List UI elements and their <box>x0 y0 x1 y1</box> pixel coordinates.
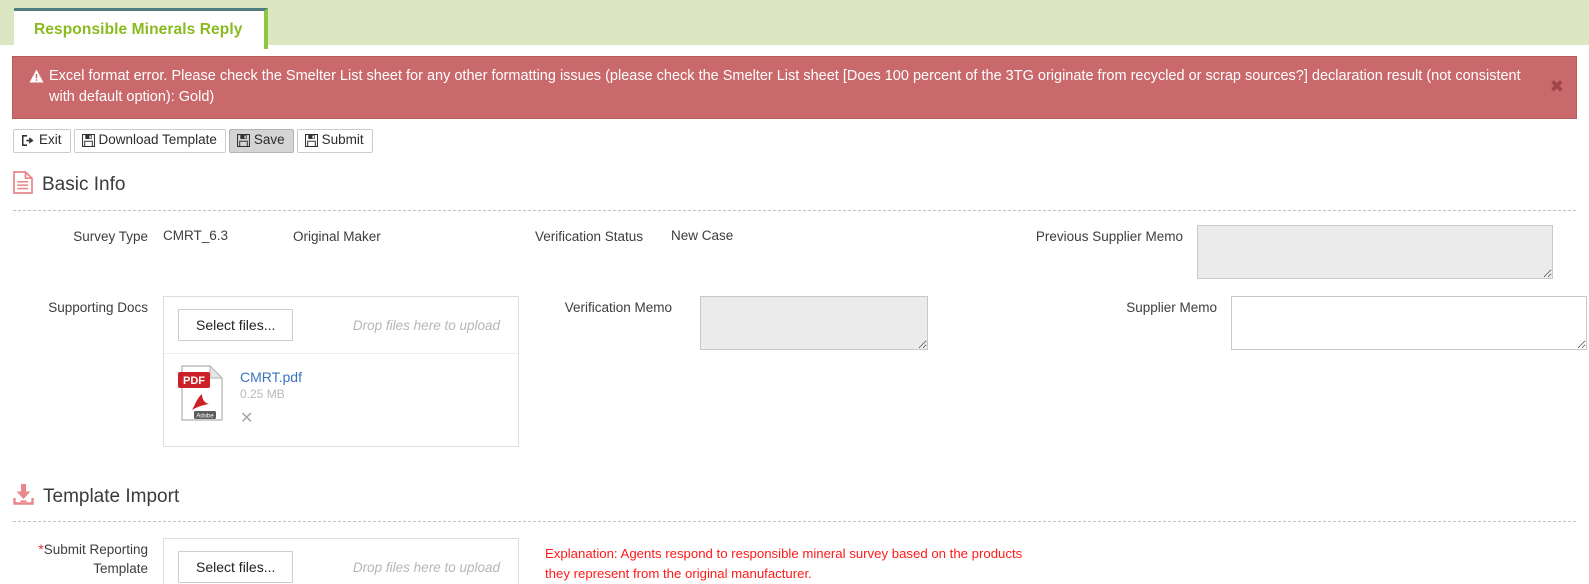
file-name-link[interactable]: CMRT.pdf <box>240 369 302 385</box>
reporting-template-uploader: Select files... Drop files here to uploa… <box>163 538 519 584</box>
download-template-button[interactable]: Download Template <box>73 129 226 154</box>
floppy-disk-icon <box>304 134 318 148</box>
submit-label: Submit <box>321 132 364 148</box>
remove-file-icon[interactable]: ✕ <box>240 408 253 427</box>
document-icon <box>13 171 33 199</box>
action-toolbar: Exit Download Template Save Submit <box>13 129 1589 154</box>
original-maker-label: Original Maker <box>293 229 381 245</box>
tab-label: Responsible Minerals Reply <box>34 21 243 38</box>
basic-info-header: Basic Info <box>13 171 1576 210</box>
previous-supplier-memo-label: Previous Supplier Memo <box>1035 229 1183 245</box>
alert-message: Excel format error. Please check the Sme… <box>49 68 1521 106</box>
tab-bar: Responsible Minerals Reply <box>0 0 1589 49</box>
floppy-disk-icon <box>81 134 95 148</box>
submit-button[interactable]: Submit <box>296 129 373 154</box>
warning-triangle-icon <box>25 69 47 86</box>
drop-files-hint: Drop files here to upload <box>352 317 500 333</box>
save-button[interactable]: Save <box>228 129 294 154</box>
previous-supplier-memo-field[interactable] <box>1197 225 1553 280</box>
list-item: PDF Adobe CMRT.pdf 0.25 MB ✕ <box>176 364 506 428</box>
exit-icon <box>21 134 35 147</box>
import-download-icon <box>13 483 34 510</box>
supporting-docs-label: Supporting Docs <box>48 300 148 316</box>
verification-memo-label: Verification Memo <box>564 300 672 316</box>
svg-text:Adobe: Adobe <box>196 413 214 419</box>
template-import-title: Template Import <box>43 485 180 507</box>
template-import-header: Template Import <box>13 483 1576 521</box>
survey-type-label: Survey Type <box>73 229 148 245</box>
uploader-dropzone[interactable]: Select files... Drop files here to uploa… <box>164 539 518 584</box>
submit-reporting-template-label: *Submit Reporting Template <box>13 538 148 579</box>
basic-info-row-1: Survey Type CMRT_6.3 Original Maker Veri… <box>13 211 1576 284</box>
tab-responsible-minerals-reply[interactable]: Responsible Minerals Reply <box>14 8 269 49</box>
exit-label: Exit <box>39 132 62 148</box>
error-alert: Excel format error. Please check the Sme… <box>12 56 1577 120</box>
uploader-dropzone[interactable]: Select files... Drop files here to uploa… <box>164 297 518 355</box>
page-title: Basic Info <box>42 174 126 196</box>
floppy-disk-icon <box>236 134 250 148</box>
drop-files-hint: Drop files here to upload <box>352 559 500 575</box>
close-icon[interactable]: ✖ <box>1550 79 1564 96</box>
template-import-section: Template Import *Submit Reporting Templa… <box>13 483 1576 584</box>
save-label: Save <box>253 132 285 148</box>
verification-status-label: Verification Status <box>534 229 643 245</box>
file-metadata: CMRT.pdf 0.25 MB ✕ <box>240 364 302 428</box>
supplier-memo-label: Supplier Memo <box>1126 300 1217 316</box>
template-import-row: *Submit Reporting Template Select files.… <box>13 522 1576 584</box>
select-files-button[interactable]: Select files... <box>178 309 294 342</box>
verification-memo-field[interactable] <box>700 296 928 351</box>
verification-status-value: New Case <box>671 228 734 244</box>
supporting-docs-uploader: Select files... Drop files here to uploa… <box>163 296 519 448</box>
exit-button[interactable]: Exit <box>13 129 71 154</box>
survey-type-value: CMRT_6.3 <box>163 228 229 244</box>
download-template-label: Download Template <box>98 132 217 148</box>
basic-info-section: Basic Info Survey Type CMRT_6.3 Original… <box>13 171 1587 448</box>
pdf-file-icon: PDF Adobe <box>176 364 228 427</box>
basic-info-row-2: Supporting Docs Select files... Drop fil… <box>13 284 1587 448</box>
supplier-memo-field[interactable] <box>1231 296 1587 351</box>
uploaded-file-list: PDF Adobe CMRT.pdf 0.25 MB ✕ <box>164 354 518 446</box>
svg-text:PDF: PDF <box>183 375 205 387</box>
submit-reporting-template-text: Submit Reporting Template <box>43 542 148 576</box>
explanation-text: Explanation: Agents respond to responsib… <box>545 546 1023 581</box>
select-files-button[interactable]: Select files... <box>178 551 294 584</box>
file-size-label: 0.25 MB <box>240 387 285 402</box>
